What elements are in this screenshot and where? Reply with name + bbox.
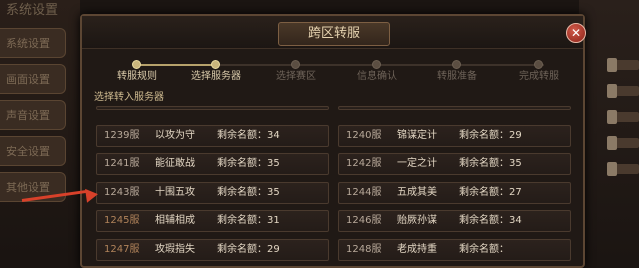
server-remaining: 剩余名额：35: [459, 158, 522, 169]
server-name: 锦谋定计: [397, 130, 437, 141]
server-list[interactable]: 1239服 以攻为守 剩余名额：34 1240服 锦谋定计 剩余名额：29 12…: [94, 106, 572, 266]
server-name: 能征敢战: [155, 158, 195, 169]
server-remaining: 剩余名额：34: [217, 130, 280, 141]
step-label-select-server: 选择服务器: [191, 71, 241, 82]
step-dot-5: [452, 60, 461, 69]
list-subtitle: 选择转入服务器: [94, 92, 164, 103]
server-name: 相辅相成: [155, 215, 195, 226]
step-label-confirm: 信息确认: [357, 71, 397, 82]
server-name: 以攻为守: [155, 130, 195, 141]
annotation-arrow-icon: [85, 187, 99, 203]
dialog-title: 跨区转服: [307, 26, 360, 41]
server-cell[interactable]: 1246服 贻厥孙谋 剩余名额：34: [338, 210, 571, 232]
server-cell[interactable]: 1240服 锦谋定计 剩余名额：29: [338, 125, 571, 147]
server-name: 贻厥孙谋: [397, 215, 437, 226]
background-slider-knob: [607, 110, 617, 124]
server-id: 1241服: [104, 158, 140, 169]
server-cell[interactable]: 1243服 十围五攻 剩余名额：35: [96, 182, 329, 204]
server-remaining: 剩余名额：35: [217, 158, 280, 169]
server-id: 1243服: [104, 187, 140, 198]
step-label-rules: 转服规则: [117, 71, 157, 82]
step-label-complete: 完成转服: [519, 71, 559, 82]
server-id: 1246服: [346, 215, 382, 226]
server-id: 1239服: [104, 130, 140, 141]
server-remaining: 剩余名额：29: [217, 244, 280, 255]
server-remaining: 剩余名额：29: [459, 130, 522, 141]
step-dot-2: [211, 60, 220, 69]
background-settings-panel: 系统设置 系统设置 画面设置 声音设置 安全设置 其他设置: [0, 0, 80, 260]
server-cell[interactable]: 1241服 能征敢战 剩余名额：35: [96, 153, 329, 175]
steps-track-done: [136, 64, 216, 66]
server-id: 1248服: [346, 244, 382, 255]
server-cell-partial: [96, 106, 329, 110]
background-tab-3: 声音设置: [0, 100, 66, 130]
step-label-select-zone: 选择赛区: [276, 71, 316, 82]
close-button[interactable]: ✕: [566, 23, 586, 43]
server-name: 五成其美: [397, 187, 437, 198]
server-name: 一定之计: [397, 158, 437, 169]
background-slider-knob: [607, 58, 617, 72]
server-cell[interactable]: 1248服 老成持重 剩余名额：: [338, 239, 571, 261]
server-cell[interactable]: 1239服 以攻为守 剩余名额：34: [96, 125, 329, 147]
server-cell-partial: [338, 106, 571, 110]
step-label-prepare: 转服准备: [437, 71, 477, 82]
step-dot-6: [534, 60, 543, 69]
step-dot-3: [291, 60, 300, 69]
server-remaining: 剩余名额：34: [459, 215, 522, 226]
server-remaining: 剩余名额：35: [217, 187, 280, 198]
server-cell[interactable]: 1245服 相辅相成 剩余名额：31: [96, 210, 329, 232]
background-tab-1: 系统设置: [0, 28, 66, 58]
server-remaining: 剩余名额：31: [217, 215, 280, 226]
background-slider-panel: [579, 0, 639, 260]
background-slider-knob: [607, 84, 617, 98]
server-name: 老成持重: [397, 244, 437, 255]
step-dot-4: [372, 60, 381, 69]
server-cell[interactable]: 1247服 攻瑕指失 剩余名额：29: [96, 239, 329, 261]
title-plate: 跨区转服: [278, 22, 390, 46]
step-dot-1: [132, 60, 141, 69]
server-id: 1242服: [346, 158, 382, 169]
background-slider-knob: [607, 162, 617, 176]
server-remaining: 剩余名额：27: [459, 187, 522, 198]
background-tab-4: 安全设置: [0, 136, 66, 166]
server-cell[interactable]: 1244服 五成其美 剩余名额：27: [338, 182, 571, 204]
background-title: 系统设置: [6, 3, 59, 18]
server-cell[interactable]: 1242服 一定之计 剩余名额：35: [338, 153, 571, 175]
dialog-header: 跨区转服: [82, 16, 583, 49]
transfer-server-dialog: 跨区转服 ✕ 转服规则 选择服务器 选择赛区 信息确认 转服准备 完成转服 选择…: [80, 14, 586, 268]
close-icon: ✕: [570, 26, 582, 40]
background-tab-2: 画面设置: [0, 64, 66, 94]
server-remaining: 剩余名额：: [459, 244, 509, 255]
server-id: 1247服: [104, 244, 140, 255]
server-id: 1244服: [346, 187, 382, 198]
background-slider-knob: [607, 136, 617, 150]
server-name: 攻瑕指失: [155, 244, 195, 255]
server-name: 十围五攻: [155, 187, 195, 198]
server-id: 1245服: [104, 215, 140, 226]
server-id: 1240服: [346, 130, 382, 141]
